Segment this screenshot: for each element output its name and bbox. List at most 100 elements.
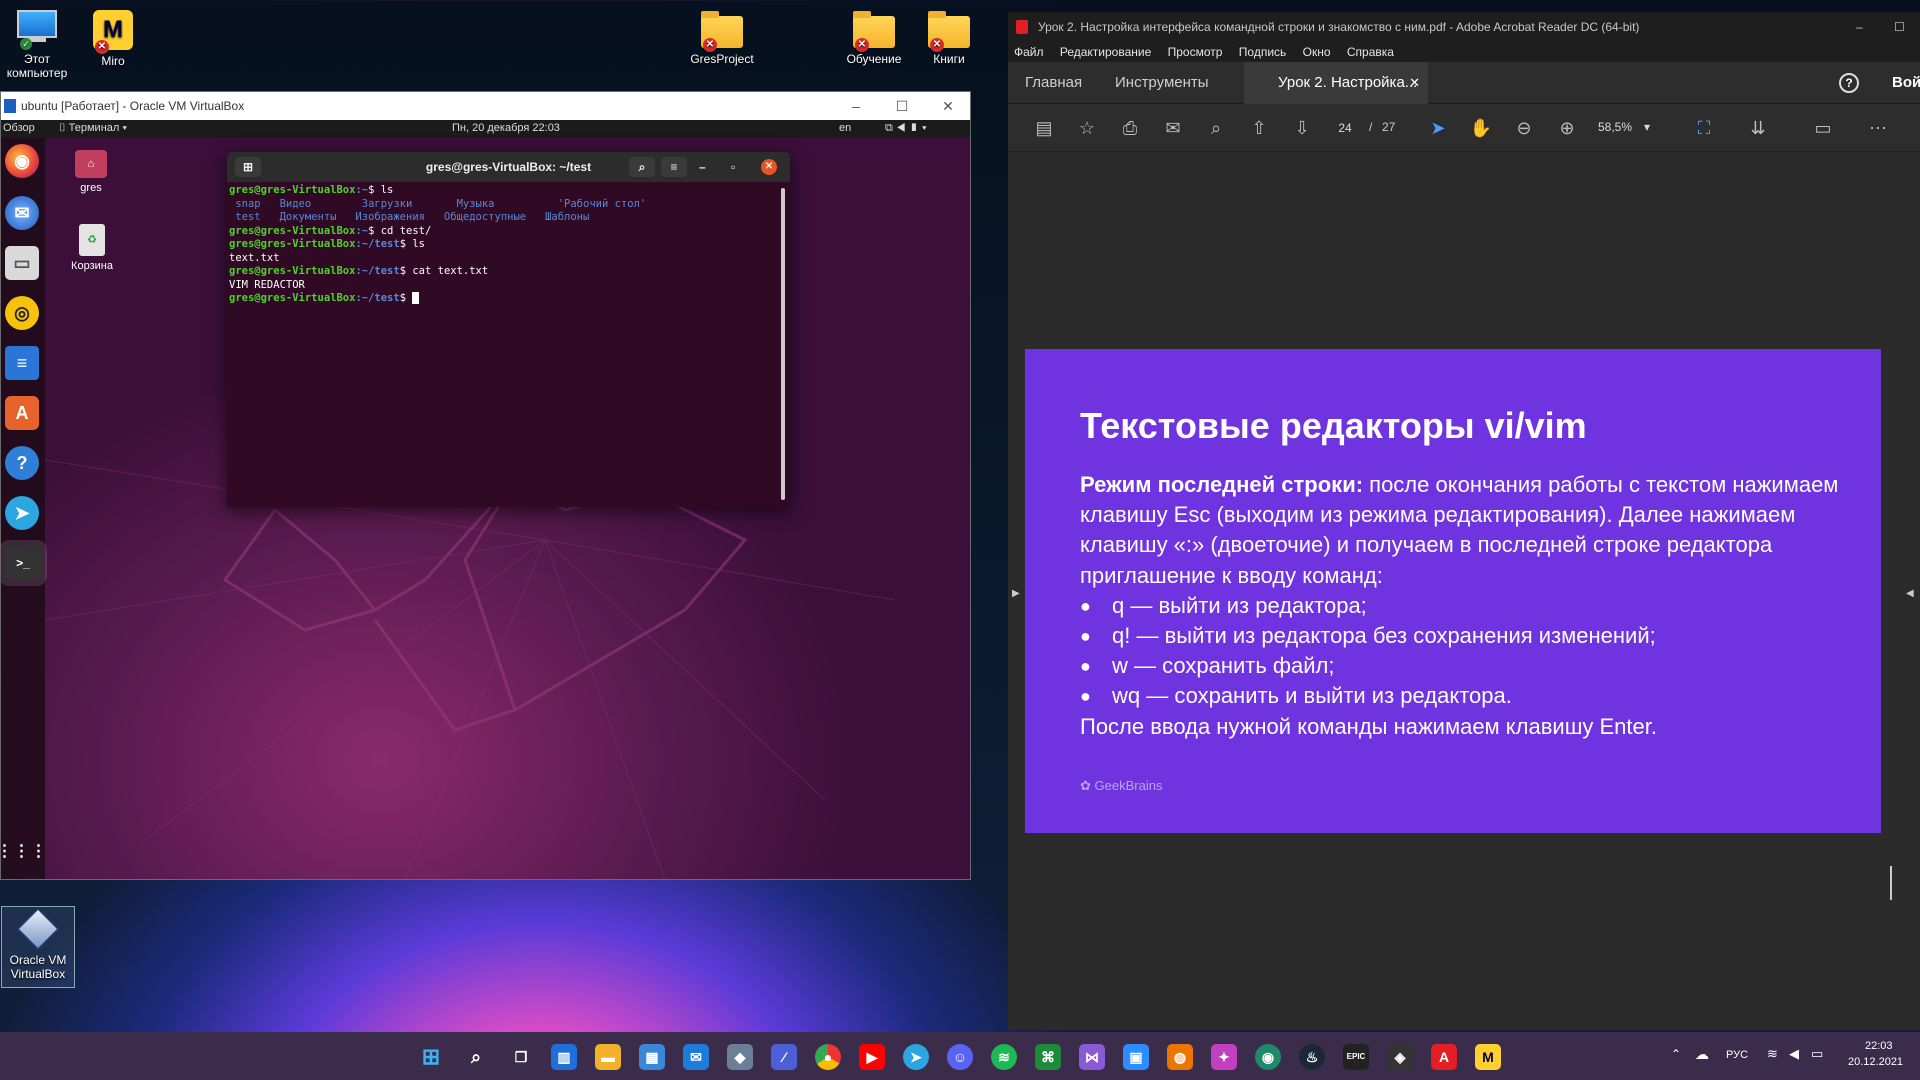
tab-document[interactable]: Урок 2. Настройка... ✕ xyxy=(1244,62,1428,104)
more-options-icon[interactable]: ⋯ xyxy=(1866,116,1890,140)
desktop-home-folder[interactable]: ⌂ gres xyxy=(71,150,111,194)
maximize-button[interactable]: ☐ xyxy=(1894,12,1905,42)
files-icon[interactable]: ▭ xyxy=(5,246,39,280)
wifi-icon[interactable]: ≋ xyxy=(1767,1046,1778,1062)
steam-icon[interactable]: ♨ xyxy=(1299,1044,1325,1070)
desktop-icon-gresproject[interactable]: ✕ GresProject xyxy=(687,11,757,66)
terminal-window[interactable]: ⊞ gres@gres-VirtualBox: ~/test ⌕ ≡ – ▫ ✕… xyxy=(227,152,790,507)
clock-date[interactable]: 20.12.2021 xyxy=(1848,1056,1903,1068)
clock-time[interactable]: 22:03 xyxy=(1865,1040,1893,1052)
save-icon[interactable]: ▤ xyxy=(1032,116,1056,140)
epic-games-icon[interactable]: EPIC xyxy=(1343,1044,1369,1070)
zoom-out-icon[interactable]: ⊖ xyxy=(1512,116,1536,140)
topbar-datetime[interactable]: Пн, 20 декабря 22:03 xyxy=(452,122,560,134)
desktop-trash[interactable]: ♻ Корзина xyxy=(67,224,117,272)
bookmark-star-icon[interactable]: ☆ xyxy=(1075,116,1099,140)
mail-icon[interactable]: ✉ xyxy=(683,1044,709,1070)
search-icon[interactable]: ⌕ xyxy=(463,1044,489,1070)
app-grid-icon[interactable]: ⋮⋮⋮ xyxy=(1,834,47,868)
pdf-page[interactable]: Текстовые редакторы vi/vim Режим последн… xyxy=(1025,349,1881,833)
task-view-icon[interactable]: ❐ xyxy=(508,1044,534,1070)
minimize-button[interactable]: – xyxy=(699,152,706,182)
thunderbird-icon[interactable]: ✉ xyxy=(5,196,39,230)
menu-view[interactable]: Просмотр xyxy=(1168,45,1223,59)
search-icon[interactable]: ⌕ xyxy=(1204,116,1228,140)
firefox-icon[interactable]: ◉ xyxy=(5,144,39,178)
left-panel-toggle[interactable]: ▶ xyxy=(1012,588,1020,599)
new-tab-icon[interactable]: ⊞ xyxy=(235,157,261,177)
page-number-input[interactable]: 24 xyxy=(1328,118,1362,138)
terminal-icon[interactable]: >_ xyxy=(1,540,47,586)
acrobat-window[interactable]: Урок 2. Настройка интерфейса командной с… xyxy=(1008,12,1920,1030)
excel-like-icon[interactable]: ⌘ xyxy=(1035,1044,1061,1070)
maximize-button[interactable]: ▫ xyxy=(731,152,735,182)
miro-taskbar-icon[interactable]: M xyxy=(1475,1044,1501,1070)
search-icon[interactable]: ⌕ xyxy=(629,157,655,177)
menu-file[interactable]: Файл xyxy=(1014,45,1044,59)
status-icons[interactable]: ⧉◀▮▾ xyxy=(885,122,931,135)
menu-window[interactable]: Окно xyxy=(1303,45,1331,59)
zoom-icon[interactable]: ▣ xyxy=(1123,1044,1149,1070)
spotify-icon[interactable]: ≋ xyxy=(991,1044,1017,1070)
widgets-icon[interactable]: ▥ xyxy=(551,1044,577,1070)
maximize-button[interactable]: ☐ xyxy=(879,92,925,120)
gamepad-app-icon[interactable]: ◉ xyxy=(1255,1044,1281,1070)
notion-like-icon[interactable]: ⁄ xyxy=(771,1044,797,1070)
activities-button[interactable]: Обзор xyxy=(3,122,35,134)
visual-studio-icon[interactable]: ⋈ xyxy=(1079,1044,1105,1070)
desktop-icon-this-pc[interactable]: ✓ Этот компьютер xyxy=(2,10,72,80)
prev-page-icon[interactable]: ⇧ xyxy=(1247,116,1271,140)
rhythmbox-icon[interactable]: ◎ xyxy=(5,296,39,330)
battery-icon[interactable]: ▭ xyxy=(1811,1046,1823,1062)
writer-icon[interactable]: ≡ xyxy=(5,346,39,380)
minimize-button[interactable]: – xyxy=(1856,12,1863,42)
discord-icon[interactable]: ☺ xyxy=(947,1044,973,1070)
select-pointer-icon[interactable]: ➤ xyxy=(1426,116,1450,140)
terminal-output[interactable]: gres@gres-VirtualBox:~$ ls snap Видео За… xyxy=(227,182,790,308)
chrome-icon[interactable]: ● xyxy=(815,1044,841,1070)
store-icon[interactable]: ▦ xyxy=(639,1044,665,1070)
tray-app-icon[interactable]: ☁ xyxy=(1695,1046,1709,1063)
blender-icon[interactable]: ◍ xyxy=(1167,1044,1193,1070)
close-button[interactable]: ✕ xyxy=(925,92,971,120)
desktop-icon-miro[interactable]: M ✕ Miro xyxy=(78,10,148,68)
terminal-scrollbar[interactable] xyxy=(781,188,785,500)
file-explorer-icon[interactable]: ▬ xyxy=(595,1044,621,1070)
desktop-icon-virtualbox[interactable]: Oracle VM VirtualBox xyxy=(1,906,75,988)
virtualbox-window[interactable]: ubuntu [Работает] - Oracle VM VirtualBox… xyxy=(0,91,971,880)
keyboard-layout[interactable]: en xyxy=(839,122,851,134)
fit-page-icon[interactable]: ⛶ xyxy=(1692,116,1716,140)
next-page-icon[interactable]: ⇩ xyxy=(1290,116,1314,140)
scroll-mode-icon[interactable]: ⇊ xyxy=(1746,116,1770,140)
virtualbox-taskbar-icon[interactable]: ◆ xyxy=(727,1044,753,1070)
hamburger-menu-icon[interactable]: ≡ xyxy=(661,157,687,177)
email-icon[interactable]: ✉ xyxy=(1161,116,1185,140)
vertical-scroll-indicator[interactable] xyxy=(1890,866,1892,900)
virtualbox-titlebar[interactable]: ubuntu [Работает] - Oracle VM VirtualBox… xyxy=(1,92,970,120)
help-icon[interactable]: ? xyxy=(5,446,39,480)
tab-tools[interactable]: Инструменты xyxy=(1115,62,1209,104)
ubuntu-screen[interactable]: Обзор ⌷ Терминал ▾ Пн, 20 декабря 22:03 … xyxy=(1,120,970,879)
acrobat-taskbar-icon[interactable]: A xyxy=(1431,1044,1457,1070)
menu-sign[interactable]: Подпись xyxy=(1239,45,1287,59)
zoom-select[interactable]: 58,5% ▾ xyxy=(1598,120,1650,134)
desktop-icon-obuchenie[interactable]: ✕ Обучение xyxy=(839,11,909,66)
app-menu-terminal[interactable]: ⌷ Терминал ▾ xyxy=(59,122,127,135)
print-icon[interactable]: ⎙ xyxy=(1118,116,1142,140)
tray-chevron-icon[interactable]: ⌃ xyxy=(1671,1047,1681,1061)
start-icon[interactable]: ⊞ xyxy=(418,1044,444,1070)
comment-icon[interactable]: ▭ xyxy=(1811,116,1835,140)
help-circle-icon[interactable]: ? xyxy=(1839,73,1859,93)
hand-tool-icon[interactable]: ✋ xyxy=(1469,116,1493,140)
speaker-icon[interactable]: ◀ xyxy=(1789,1046,1799,1062)
telegram-icon[interactable]: ➤ xyxy=(5,496,39,530)
youtube-icon[interactable]: ▶ xyxy=(859,1044,885,1070)
unity-icon[interactable]: ◈ xyxy=(1387,1044,1413,1070)
software-icon[interactable]: A xyxy=(5,396,39,430)
tab-home[interactable]: Главная xyxy=(1025,62,1082,104)
close-button[interactable]: ✕ xyxy=(761,159,777,175)
sign-in-button[interactable]: Вой xyxy=(1892,62,1920,104)
zoom-in-icon[interactable]: ⊕ xyxy=(1555,116,1579,140)
telegram-icon[interactable]: ➤ xyxy=(903,1044,929,1070)
minimize-button[interactable]: – xyxy=(833,92,879,120)
